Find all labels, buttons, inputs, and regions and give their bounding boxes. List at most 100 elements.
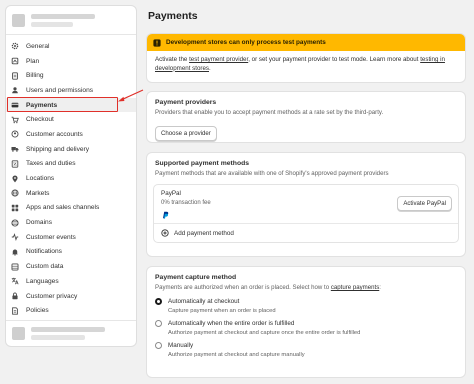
location-icon (11, 175, 19, 183)
radio-button[interactable] (155, 342, 162, 349)
plan-icon (11, 57, 19, 65)
events-icon (11, 233, 19, 242)
banner-text: . (209, 64, 211, 72)
capture-options: Automatically at checkout Capture paymen… (155, 298, 457, 358)
sidebar-item-custom-data[interactable]: Custom data (6, 259, 136, 274)
option-description: Authorize payment at checkout and captur… (168, 352, 305, 358)
add-payment-method-button[interactable]: Add payment method (154, 224, 458, 242)
user-icon (11, 86, 19, 94)
sidebar-item-label: Customer accounts (26, 130, 83, 138)
sidebar-item-locations[interactable]: Locations (6, 171, 136, 186)
sidebar-item-label: Taxes and duties (26, 160, 76, 168)
sidebar-item-checkout[interactable]: Checkout (6, 112, 136, 127)
billing-icon (11, 72, 19, 80)
test-provider-link[interactable]: test payment provider (189, 56, 248, 63)
capture-option-automatic-fulfilled[interactable]: Automatically when the entire order is f… (155, 320, 457, 336)
sidebar-item-label: Users and permissions (26, 86, 94, 94)
sidebar-item-markets[interactable]: Markets (6, 186, 136, 201)
page-title: Payments (148, 10, 198, 22)
sidebar-item-languages[interactable]: Languages (6, 274, 136, 289)
sidebar-item-taxes[interactable]: Taxes and duties (6, 157, 136, 172)
sidebar-item-shipping[interactable]: Shipping and delivery (6, 142, 136, 157)
sidebar-item-label: Shipping and delivery (26, 145, 90, 153)
radio-button[interactable] (155, 298, 162, 305)
sidebar-item-label: General (26, 42, 50, 50)
store-header[interactable] (6, 6, 136, 35)
plus-circle-icon (161, 229, 169, 237)
sidebar-item-label: Policies (26, 307, 49, 315)
option-description: Authorize payment at checkout and captur… (168, 330, 361, 336)
sidebar-item-customer-accounts[interactable]: Customer accounts (6, 127, 136, 142)
account-avatar (12, 327, 25, 340)
sidebar-item-users[interactable]: Users and permissions (6, 83, 136, 98)
option-label: Automatically at checkout (168, 298, 240, 305)
sidebar-item-customer-events[interactable]: Customer events (6, 230, 136, 245)
sidebar-item-label: Customer events (26, 233, 76, 241)
capture-option-manual[interactable]: Manually Authorize payment at checkout a… (155, 342, 457, 358)
sidebar-item-payments[interactable]: Payments (6, 97, 136, 113)
sidebar-item-label: Custom data (26, 263, 64, 271)
policy-icon (11, 307, 19, 315)
sidebar-item-billing[interactable]: Billing (6, 68, 136, 83)
providers-title: Payment providers (155, 99, 217, 106)
capture-method-card: Payment capture method Payments are auth… (146, 266, 466, 378)
methods-title: Supported payment methods (155, 160, 250, 167)
sidebar-item-general[interactable]: General (6, 39, 136, 54)
capture-payments-link[interactable]: capture payments (331, 284, 379, 291)
sidebar-item-label: Payments (26, 101, 58, 109)
sidebar-item-notifications[interactable]: Notifications (6, 245, 136, 260)
payments-icon (11, 101, 19, 109)
sidebar-item-customer-privacy[interactable]: Customer privacy (6, 289, 136, 304)
sidebar-footer[interactable] (6, 320, 136, 346)
warning-icon (153, 38, 161, 47)
bell-icon (11, 248, 19, 256)
sidebar-item-label: Domains (26, 219, 53, 227)
payment-methods-list: PayPal 0% transaction fee Activate PayPa… (153, 184, 459, 243)
radio-button[interactable] (155, 320, 162, 327)
gear-icon (11, 42, 19, 50)
capture-subtitle: Payments are authorized when an order is… (155, 284, 457, 292)
sidebar-item-label: Customer privacy (26, 292, 78, 300)
sidebar-item-policies[interactable]: Policies (6, 303, 136, 318)
banner-body: Activate the test payment provider, or s… (147, 51, 465, 78)
sidebar-item-label: Billing (26, 72, 44, 80)
sidebar-item-apps[interactable]: Apps and sales channels (6, 201, 136, 216)
globe-icon (11, 189, 19, 197)
banner-heading: Development stores can only process test… (166, 39, 326, 46)
account-name-placeholder (31, 327, 105, 340)
store-avatar (12, 13, 25, 27)
paypal-logo-icon (163, 211, 169, 219)
choose-provider-button[interactable]: Choose a provider (155, 126, 217, 141)
settings-sidebar: General Plan Billing Users and permissio… (5, 5, 137, 347)
sidebar-item-label: Plan (26, 57, 40, 65)
apps-icon (11, 204, 19, 212)
paypal-row: PayPal 0% transaction fee Activate PayPa… (154, 185, 458, 224)
banner-header: Development stores can only process test… (147, 34, 465, 51)
store-name-placeholder (31, 13, 95, 27)
sidebar-item-label: Checkout (26, 116, 54, 124)
sidebar-item-domains[interactable]: Domains (6, 215, 136, 230)
payment-providers-card: Payment providers Providers that enable … (146, 91, 466, 143)
sidebar-item-plan[interactable]: Plan (6, 54, 136, 69)
supported-methods-card: Supported payment methods Payment method… (146, 152, 466, 257)
domain-icon (11, 219, 19, 227)
activate-paypal-button[interactable]: Activate PayPal (397, 196, 452, 211)
option-label: Manually (168, 342, 194, 349)
cart-icon (11, 116, 19, 124)
capture-subtitle-text: Payments are authorized when an order is… (155, 284, 331, 291)
truck-icon (11, 145, 19, 153)
sidebar-item-label: Notifications (26, 248, 62, 256)
banner-text: , or set your payment provider to test m… (248, 56, 421, 63)
data-icon (11, 263, 19, 271)
option-description: Capture payment when an order is placed (168, 308, 276, 314)
language-icon (11, 277, 19, 285)
sidebar-item-label: Locations (26, 175, 55, 183)
capture-subtitle-text: : (379, 284, 381, 291)
tax-icon (11, 160, 19, 168)
test-payments-banner: Development stores can only process test… (146, 33, 466, 83)
sidebar-item-label: Markets (26, 189, 50, 197)
customer-icon (11, 130, 19, 138)
settings-nav: General Plan Billing Users and permissio… (6, 35, 136, 318)
capture-option-automatic-checkout[interactable]: Automatically at checkout Capture paymen… (155, 298, 457, 314)
methods-subtitle: Payment methods that are available with … (155, 170, 389, 177)
